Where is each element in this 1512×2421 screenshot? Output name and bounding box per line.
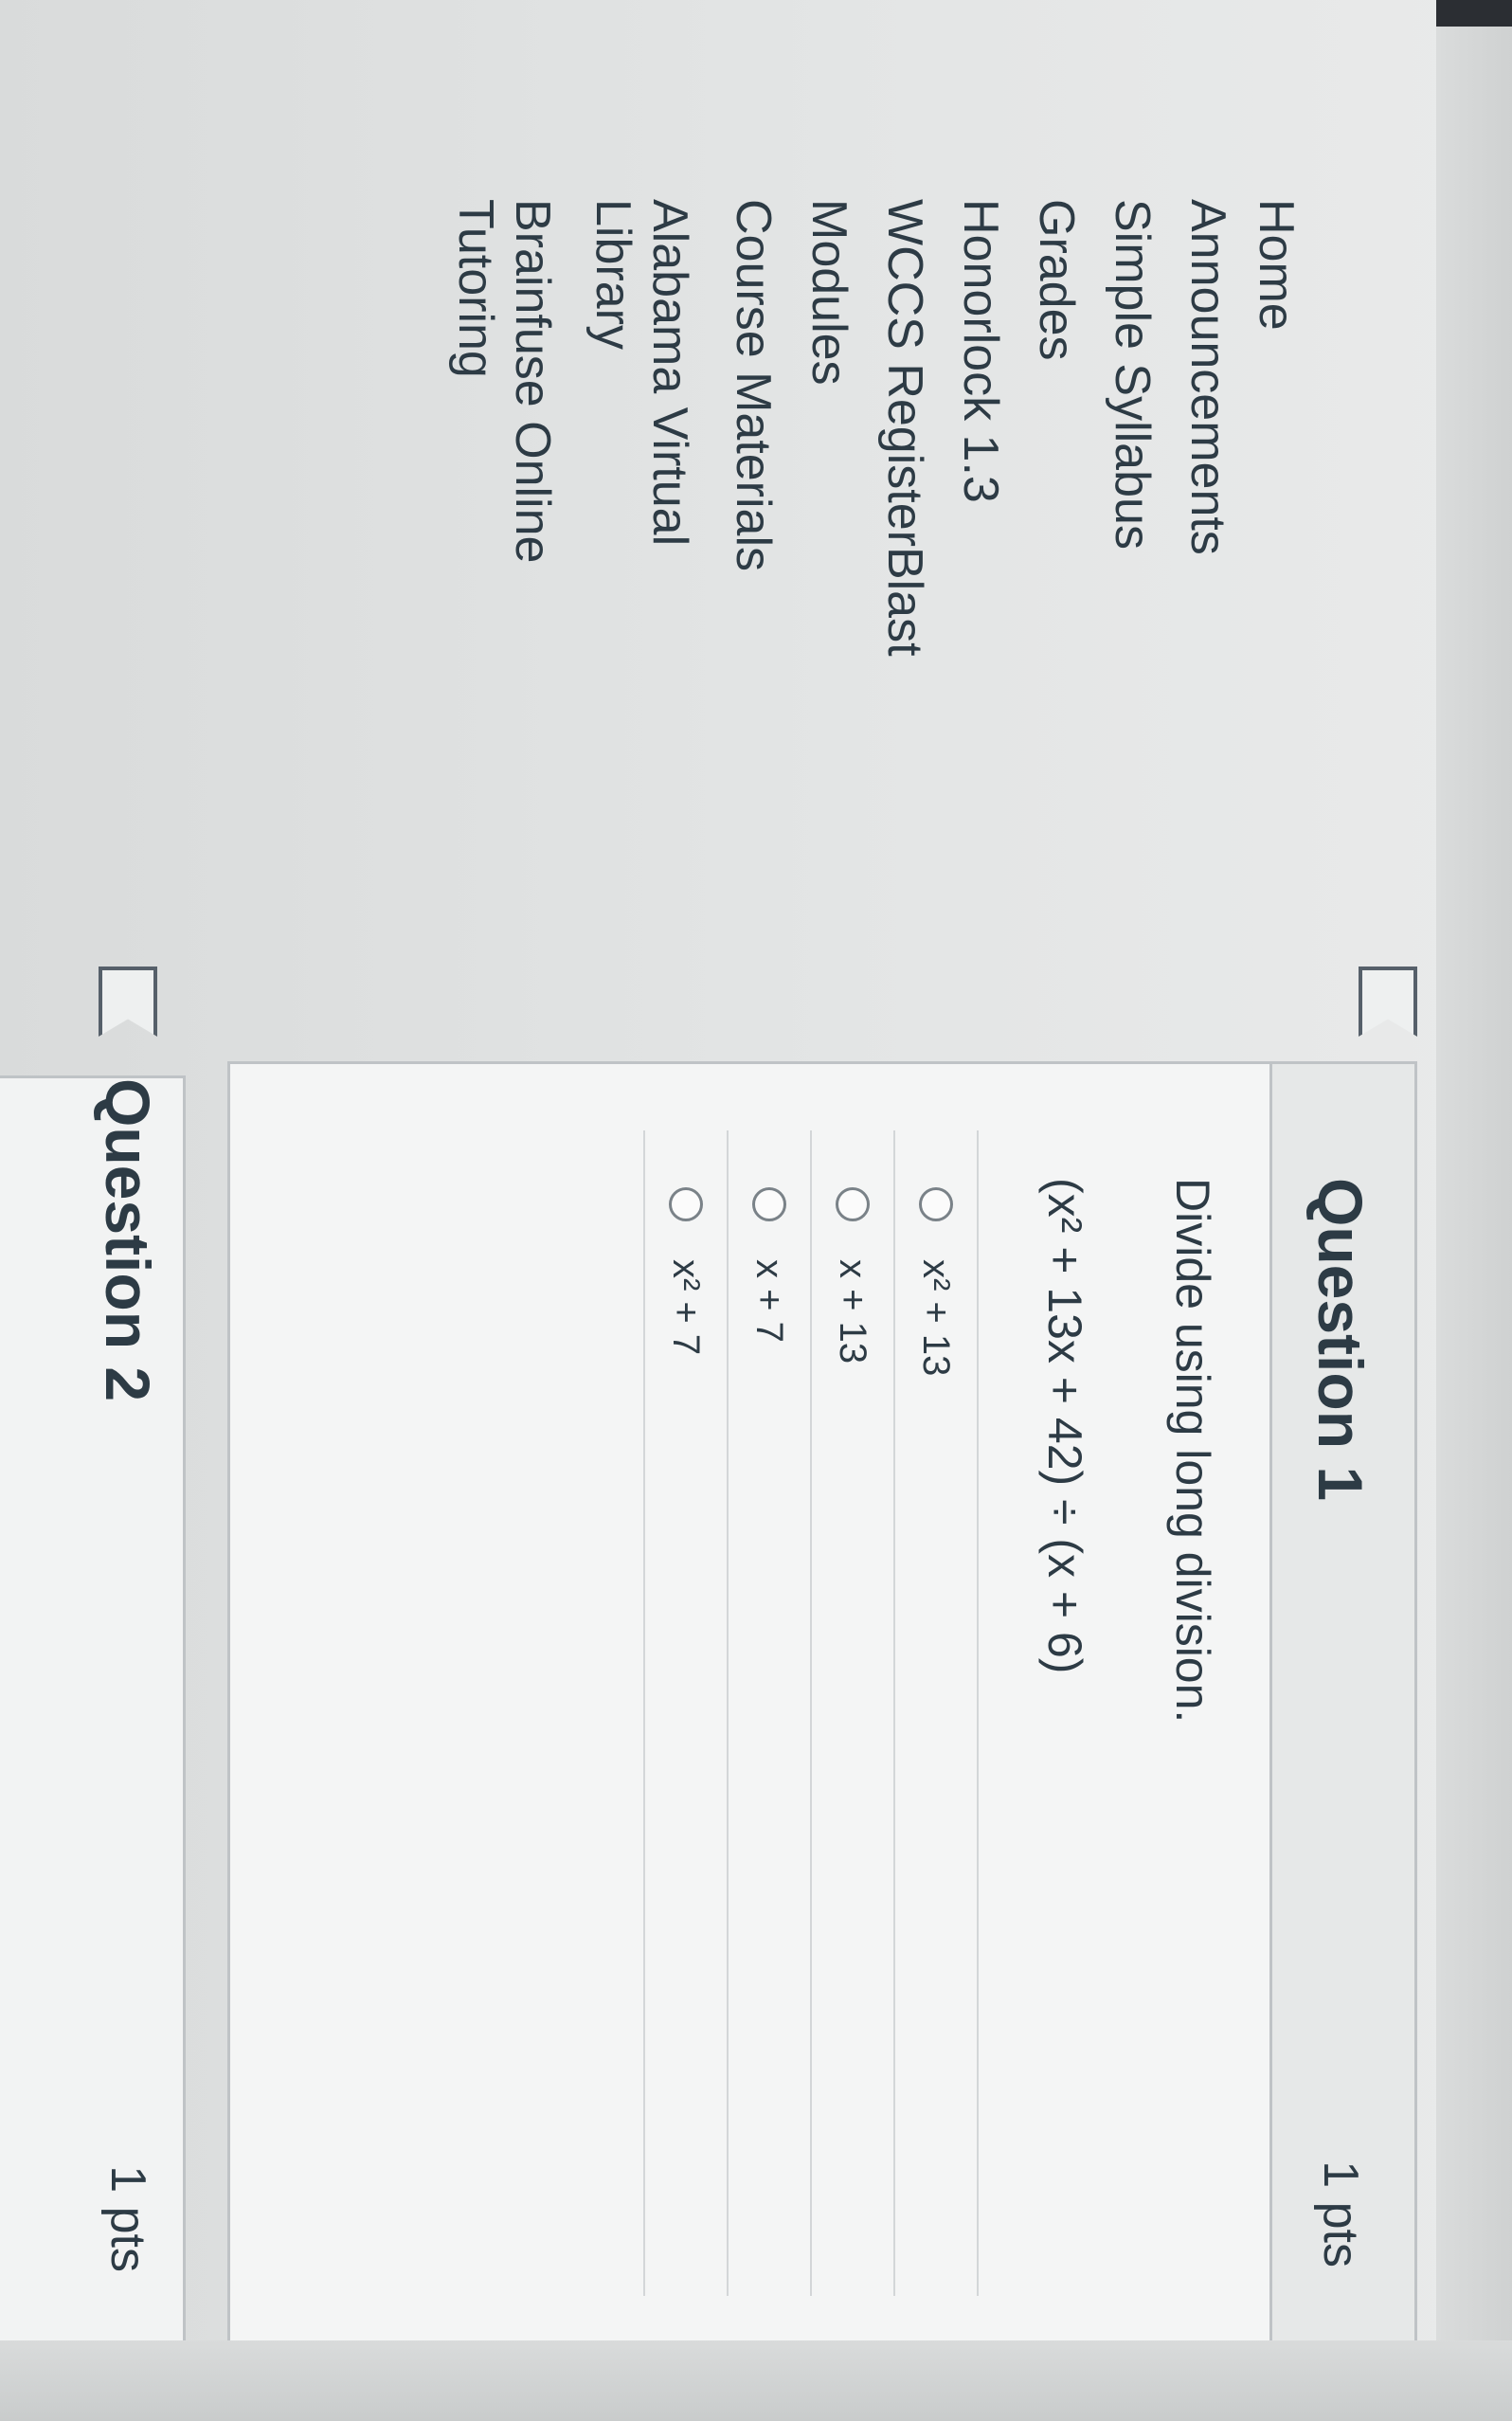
radio-button-icon[interactable] <box>669 1187 703 1221</box>
nav-simple-syllabus[interactable]: Simple Syllabus <box>1103 199 1160 550</box>
nav-grades-label: Grades <box>1029 199 1084 361</box>
nav-honorlock[interactable]: Honorlock 1.3 <box>951 199 1008 503</box>
answer-label: x² + 7 <box>665 1259 708 1356</box>
radio-button-icon[interactable] <box>752 1187 786 1221</box>
page-edge <box>0 2340 1512 2421</box>
radio-button-icon[interactable] <box>919 1187 953 1221</box>
question-1-card: Question 1 1 pts Divide using long divis… <box>227 1061 1417 2365</box>
answer-label: x + 7 <box>748 1259 791 1343</box>
answer-option[interactable]: x² + 13 <box>895 1130 979 2296</box>
nav-home-label: Home <box>1249 199 1304 331</box>
answer-option[interactable]: x + 13 <box>812 1130 895 2296</box>
nav-brainfuse-online-tutoring-label-2: Tutoring <box>448 199 504 378</box>
nav-modules[interactable]: Modules <box>800 199 856 386</box>
question-2-card: Question 2 1 pts <box>0 1075 186 2370</box>
question-2-points: 1 pts <box>100 2165 155 2272</box>
question-2-title: Question 2 <box>93 1078 163 1402</box>
nav-home[interactable]: Home <box>1247 199 1304 331</box>
nav-alabama-virtual-library-label: Alabama Virtual <box>642 199 697 547</box>
course-navigation: Home Announcements Simple Syllabus Grade… <box>0 0 1436 1071</box>
nav-announcements[interactable]: Announcements <box>1179 199 1235 555</box>
answer-label: x + 13 <box>832 1259 874 1364</box>
nav-brainfuse-online-tutoring[interactable]: Brainfuse Online Tutoring <box>446 199 560 563</box>
nav-honorlock-label: Honorlock 1.3 <box>953 199 1008 503</box>
nav-alabama-virtual-library[interactable]: Alabama Virtual Library <box>584 199 697 546</box>
question-1-expression: (x² + 13x + 42) ÷ (x + 6) <box>1038 1178 1091 1674</box>
answer-option[interactable]: x² + 7 <box>643 1130 729 2296</box>
radio-button-icon[interactable] <box>836 1187 870 1221</box>
question-1-title: Question 1 <box>1305 1178 1376 1502</box>
nav-announcements-label: Announcements <box>1180 199 1235 555</box>
answer-label: x² + 13 <box>915 1259 958 1377</box>
nav-course-materials[interactable]: Course Materials <box>724 199 781 571</box>
answer-list: x² + 13 x + 13 x + 7 x² + 7 <box>643 1130 979 2296</box>
nav-alabama-virtual-library-label-2: Library <box>585 199 641 350</box>
question-1-prompt: Divide using long division. <box>1166 1178 1219 1724</box>
nav-simple-syllabus-label: Simple Syllabus <box>1105 199 1160 550</box>
question-1-header: Question 1 1 pts <box>1269 1064 1414 2362</box>
nav-brainfuse-online-tutoring-label: Brainfuse Online <box>505 199 560 564</box>
top-bar <box>1436 0 1512 2421</box>
nav-grades[interactable]: Grades <box>1027 199 1084 361</box>
page-stage: Home Announcements Simple Syllabus Grade… <box>0 0 1512 2421</box>
nav-modules-label: Modules <box>801 199 856 386</box>
answer-option[interactable]: x + 7 <box>729 1130 812 2296</box>
nav-wccs-registerblast-label: WCCS RegisterBlast <box>877 199 932 657</box>
header-strip <box>1436 0 1512 27</box>
nav-course-materials-label: Course Materials <box>726 199 781 572</box>
nav-wccs-registerblast[interactable]: WCCS RegisterBlast <box>875 199 932 657</box>
question-1-points: 1 pts <box>1313 2160 1368 2267</box>
